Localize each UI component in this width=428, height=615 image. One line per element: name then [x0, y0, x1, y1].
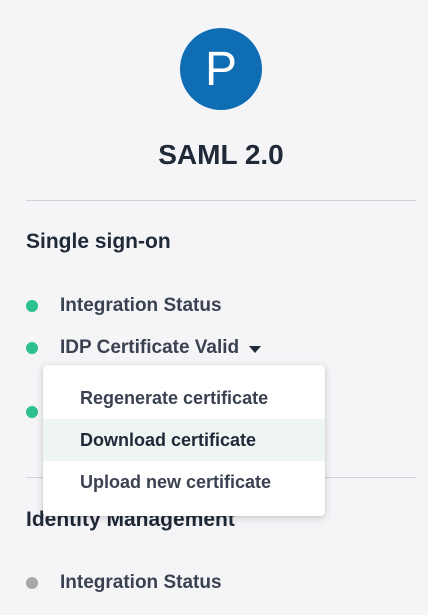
- status-dot-icon: [26, 577, 38, 589]
- avatar-letter: P: [204, 42, 237, 96]
- certificate-dropdown-menu: Regenerate certificate Download certific…: [43, 365, 325, 516]
- status-dot-icon: [26, 406, 38, 418]
- menu-item-download-certificate[interactable]: Download certificate: [43, 419, 325, 461]
- status-row-identity-integration: Integration Status: [26, 571, 222, 595]
- menu-item-regenerate-certificate[interactable]: Regenerate certificate: [43, 377, 325, 419]
- section-heading-single-sign-on: Single sign-on: [26, 230, 171, 253]
- status-label-integration: Integration Status: [60, 295, 222, 316]
- caret-down-icon[interactable]: [249, 345, 262, 353]
- menu-item-upload-new-certificate[interactable]: Upload new certificate: [43, 461, 325, 503]
- page-title: SAML 2.0: [158, 139, 284, 170]
- status-row-integration: Integration Status: [26, 294, 222, 318]
- status-dot-icon: [26, 342, 38, 354]
- status-label-idp-certificate[interactable]: IDP Certificate Valid: [60, 337, 239, 359]
- status-label-identity-integration: Integration Status: [60, 572, 222, 593]
- avatar: P: [180, 28, 262, 110]
- status-row-idp-certificate[interactable]: IDP Certificate Valid: [26, 336, 262, 360]
- status-dot-icon: [26, 300, 38, 312]
- divider: [26, 200, 416, 201]
